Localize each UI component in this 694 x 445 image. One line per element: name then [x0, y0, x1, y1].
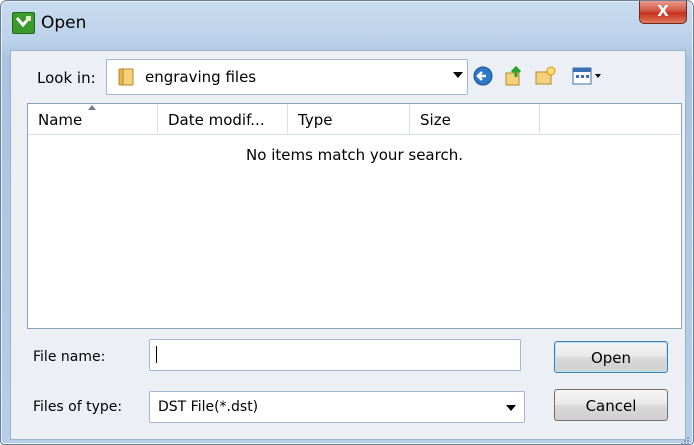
- files-of-type-value: DST File(*.dst): [158, 399, 259, 415]
- empty-message: No items match your search.: [246, 146, 463, 164]
- open-button[interactable]: Open: [554, 341, 668, 373]
- new-folder-icon: [535, 66, 556, 85]
- close-icon: X: [657, 2, 669, 20]
- file-list[interactable]: Name Date modif... Type Size No items ma…: [27, 103, 682, 329]
- chevron-down-icon[interactable]: [453, 72, 463, 78]
- look-in-value: engraving files: [145, 68, 257, 86]
- up-folder-button[interactable]: [503, 65, 525, 87]
- resize-grip-icon[interactable]: [680, 431, 690, 444]
- dialog-body: Look in: engraving files Name Date modif…: [10, 50, 686, 440]
- file-list-header: Name Date modif... Type Size: [28, 104, 681, 135]
- cancel-button[interactable]: Cancel: [554, 389, 668, 421]
- look-in-combo[interactable]: engraving files: [106, 59, 468, 95]
- files-of-type-select[interactable]: DST File(*.dst): [149, 391, 525, 423]
- folder-icon: [117, 68, 137, 86]
- files-of-type-label: Files of type:: [33, 399, 123, 415]
- views-button[interactable]: [571, 65, 609, 87]
- up-folder-icon: [505, 65, 522, 86]
- column-header-size[interactable]: Size: [410, 104, 540, 134]
- close-button[interactable]: X: [639, 1, 687, 24]
- chevron-down-icon[interactable]: [506, 405, 516, 411]
- column-header-type[interactable]: Type: [288, 104, 410, 134]
- title-bar[interactable]: Open X: [1, 1, 693, 41]
- file-name-label: File name:: [33, 349, 106, 365]
- new-folder-button[interactable]: [534, 65, 556, 87]
- look-in-label: Look in:: [37, 69, 96, 87]
- back-button[interactable]: [472, 65, 494, 87]
- column-header-date[interactable]: Date modif...: [158, 104, 288, 134]
- views-icon: [572, 67, 601, 85]
- window-title: Open: [41, 13, 87, 33]
- back-icon: [473, 66, 493, 86]
- open-dialog: Open X Look in: engraving files Name Dat…: [0, 0, 694, 445]
- sort-ascending-icon: [88, 105, 96, 110]
- text-caret: [156, 346, 157, 363]
- app-icon: [12, 12, 35, 34]
- file-name-input[interactable]: [149, 339, 521, 371]
